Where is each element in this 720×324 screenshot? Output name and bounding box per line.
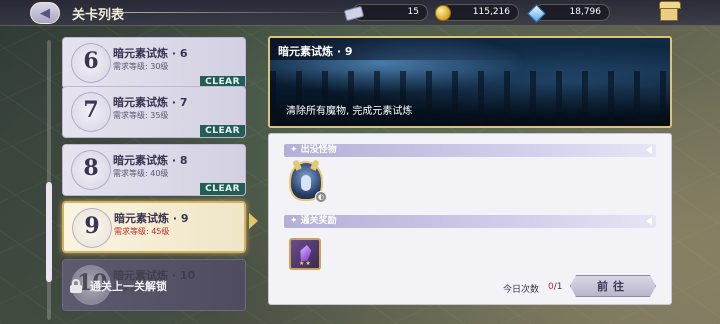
daily-attempts-label: 今日次数 (503, 285, 540, 295)
gem-value: 18,796 (569, 7, 602, 17)
lock-icon (70, 279, 82, 293)
section-tail-icon (646, 146, 652, 154)
stage-requirement: 需求等级: 35级 (113, 111, 169, 120)
element-badge-icon: ◐ (315, 191, 327, 203)
crystal-gem-icon (526, 3, 546, 23)
ticket-icon (343, 3, 365, 23)
banner-forest-art (270, 71, 670, 126)
monsters-section-header: ✦ 出没怪物 (284, 144, 656, 157)
gold-value: 115,216 (472, 7, 510, 17)
purple-crystal-icon[interactable]: ★★ (289, 238, 321, 270)
daily-total: /1 (553, 282, 563, 292)
stage-item-6[interactable]: 6 暗元素试炼 · 6 需求等级: 30级 CLEAR (62, 37, 246, 89)
page-title: 关卡列表 (72, 8, 125, 23)
gold-coin-icon (433, 3, 453, 23)
rarity-stars-icon: ★★ (299, 260, 312, 267)
stage-requirement: 需求等级: 30级 (113, 62, 169, 71)
stage-number: 7 (83, 97, 99, 123)
daily-attempts-count: 0/1 (548, 282, 563, 292)
stage-detail-title: 暗元素试炼 · 9 (278, 45, 353, 58)
stage-info-panel: ✦ 出没怪物 ◐ ✦ 通关奖励 ★★ 今日次数 0/1 前往 (268, 133, 672, 305)
gold-counter[interactable]: 115,216 (435, 4, 519, 21)
go-button[interactable]: 前往 (570, 275, 656, 297)
stage-number: 9 (84, 213, 100, 239)
title-divider (122, 12, 362, 13)
clear-badge: CLEAR (200, 125, 245, 137)
stage-item-8[interactable]: 8 暗元素试炼 · 8 需求等级: 40级 CLEAR (62, 144, 246, 196)
selection-arrow-icon (249, 213, 258, 229)
stage-name: 暗元素试炼 · 8 (113, 154, 188, 167)
stage-description: 清除所有魔物, 完成元素试炼 (286, 106, 413, 117)
stage-name: 暗元素试炼 · 7 (113, 96, 188, 109)
ticket-value: 15 (407, 7, 419, 17)
stage-item-9-selected[interactable]: 9 暗元素试炼 · 9 需求等级: 45级 (62, 201, 246, 253)
ticket-counter[interactable]: 15 (343, 4, 428, 21)
locked-hint: 通关上一关解锁 (90, 280, 167, 293)
stage-item-7[interactable]: 7 暗元素试炼 · 7 需求等级: 35级 CLEAR (62, 86, 246, 138)
stage-name: 暗元素试炼 · 9 (114, 212, 189, 225)
stage-banner: 暗元素试炼 · 9 清除所有魔物, 完成元素试炼 (268, 36, 672, 128)
stage-number: 6 (83, 48, 99, 74)
locked-overlay: 通关上一关解锁 (70, 278, 167, 294)
rewards-label: ✦ 通关奖励 (290, 216, 337, 226)
stage-requirement: 需求等级: 40级 (113, 169, 169, 178)
top-bar: ◀ 关卡列表 15 115,216 18,796 (0, 0, 720, 26)
shop-icon[interactable] (656, 1, 682, 24)
section-tail-icon (646, 217, 652, 225)
scrollbar-thumb[interactable] (46, 182, 52, 282)
stage-requirement: 需求等级: 45级 (114, 227, 170, 236)
stage-number: 8 (83, 155, 99, 181)
rewards-section-header: ✦ 通关奖励 (284, 215, 656, 228)
monsters-label: ✦ 出没怪物 (290, 145, 337, 155)
clear-badge: CLEAR (200, 183, 245, 195)
dark-monster-icon[interactable]: ◐ (289, 159, 327, 203)
stage-name: 暗元素试炼 · 6 (113, 47, 188, 60)
back-arrow-icon[interactable]: ◀ (30, 2, 60, 24)
gem-counter[interactable]: 18,796 (526, 3, 610, 23)
